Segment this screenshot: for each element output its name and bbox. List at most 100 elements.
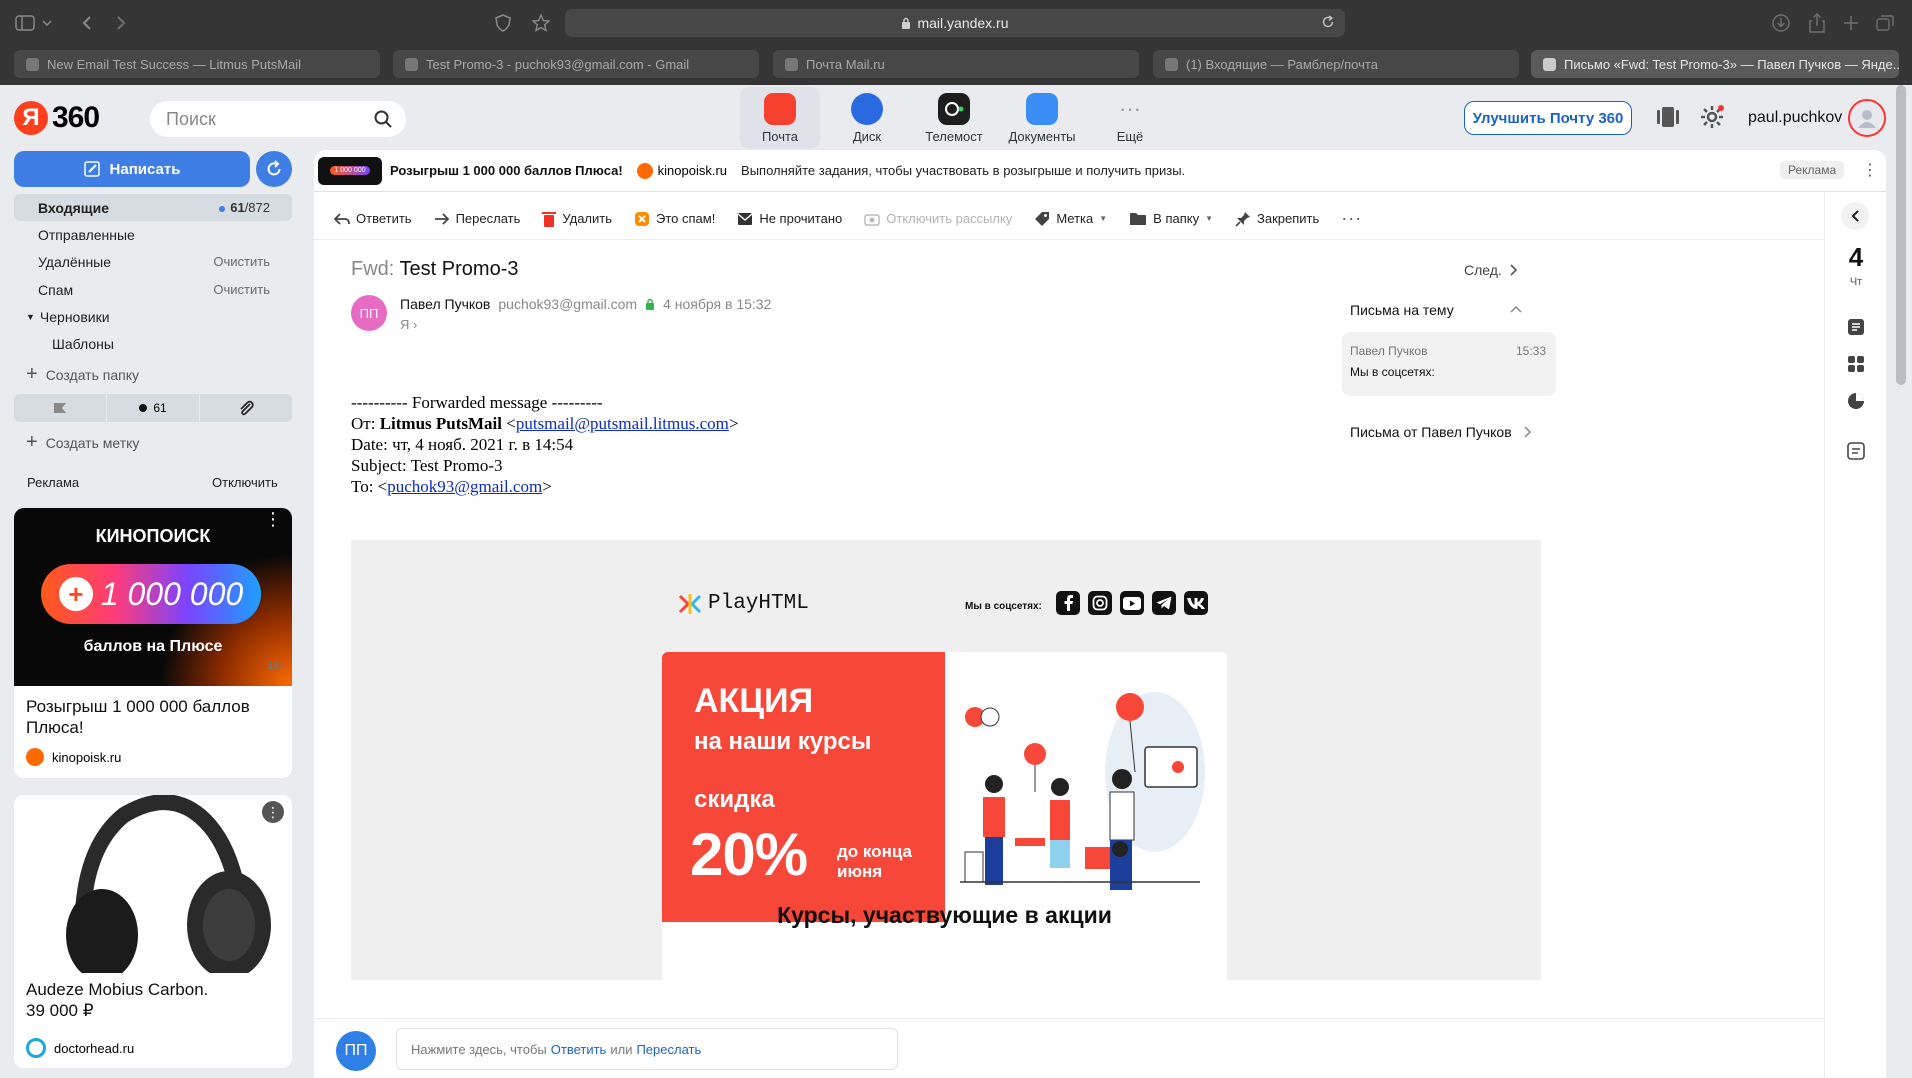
share-icon[interactable]	[1804, 12, 1830, 34]
clear-spam-link[interactable]: Очистить	[213, 282, 270, 297]
ads-disable-link[interactable]: Отключить	[212, 475, 278, 490]
phone-icon[interactable]	[1656, 105, 1680, 129]
chevron-down-icon[interactable]	[40, 12, 54, 34]
tasks-icon[interactable]	[1841, 436, 1871, 466]
refresh-button[interactable]	[256, 151, 292, 187]
kinopoisk-icon	[26, 748, 44, 766]
address-bar[interactable]: mail.yandex.ru	[565, 9, 1345, 37]
sidebar-toggle-icon[interactable]	[12, 12, 38, 34]
quick-reply-input[interactable]: Нажмите здесь, чтобы Ответить или Пересл…	[396, 1028, 898, 1070]
sender-name[interactable]: Павел Пучков	[400, 296, 490, 312]
compose-button[interactable]: Написать	[14, 151, 250, 187]
from-email-link[interactable]: putsmail@putsmail.litmus.com	[516, 414, 729, 433]
fwd-to: To: <puchok93@gmail.com>	[351, 477, 552, 496]
sidebar-ad-doctorhead[interactable]: ⋮ Audeze Mobius Carbon. 39 000 ₽ doctorh…	[14, 795, 292, 1068]
browser-tab-4[interactable]: (1) Входящие — Рамблер/почта	[1153, 50, 1519, 78]
mark-unread-button[interactable]: Не прочитано	[737, 211, 842, 226]
folder-spam[interactable]: Спам Очистить	[14, 276, 292, 303]
service-disk[interactable]: Диск	[827, 87, 907, 149]
download-icon[interactable]	[1768, 12, 1794, 34]
facebook-icon[interactable]	[1056, 591, 1080, 615]
flag-filter[interactable]	[14, 394, 107, 422]
shield-icon[interactable]	[490, 12, 516, 34]
avatar[interactable]	[1848, 99, 1886, 137]
thread-item[interactable]: Павел Пучков 15:33 Мы в соцсетях:	[1342, 332, 1556, 396]
folder-drafts[interactable]: ▼ Черновики	[14, 303, 292, 330]
create-label-link[interactable]: + Создать метку	[14, 429, 292, 456]
ad-menu-icon[interactable]: ⋮	[264, 510, 282, 528]
notes-icon[interactable]	[1841, 312, 1871, 342]
playhtml-logo[interactable]: PlayHTML	[678, 592, 809, 615]
back-icon[interactable]	[74, 12, 100, 34]
page-scrollbar[interactable]	[1896, 85, 1906, 385]
promo-card: АКЦИЯ на наши курсы скидка 20% до конца …	[662, 652, 1227, 982]
unsubscribe-button[interactable]: Отключить рассылку	[864, 211, 1012, 226]
letters-from-sender-link[interactable]: Письма от Павел Пучков	[1350, 424, 1532, 440]
top-ad-bar[interactable]: 1 000 000 Розыгрыш 1 000 000 баллов Плюс…	[314, 150, 1886, 192]
browser-tab-3[interactable]: Почта Mail.ru	[773, 50, 1139, 78]
calendar-day[interactable]: 4	[1825, 242, 1886, 273]
service-telemost[interactable]: Телемост	[914, 87, 994, 149]
sidebar-ad-kinopoisk[interactable]: КИНОПОИСК + 1 000 000 баллов на Плюсе 18…	[14, 508, 292, 778]
service-mail[interactable]: Почта	[740, 87, 820, 149]
quick-forward-link[interactable]: Переслать	[636, 1042, 701, 1057]
bookmark-star-icon[interactable]	[528, 12, 554, 34]
youtube-icon[interactable]	[1120, 591, 1144, 615]
forward-arrow-icon	[434, 212, 450, 225]
to-email-link[interactable]: puchok93@gmail.com	[387, 477, 542, 496]
ad-menu-icon[interactable]: ⋮	[262, 801, 284, 823]
pie-widget-icon[interactable]	[1841, 386, 1871, 416]
service-more[interactable]: ··· Ещё	[1090, 87, 1170, 149]
new-tab-icon[interactable]	[1838, 12, 1864, 34]
delete-button[interactable]: Удалить	[542, 211, 612, 227]
quick-reply-link[interactable]: Ответить	[551, 1042, 607, 1057]
instagram-icon[interactable]	[1088, 591, 1112, 615]
more-actions-icon[interactable]: ···	[1341, 208, 1362, 229]
chevron-up-icon[interactable]	[1510, 305, 1522, 313]
caret-down-icon[interactable]: ▼	[26, 312, 35, 322]
pin-button[interactable]: Закрепить	[1235, 211, 1319, 227]
create-folder-link[interactable]: + Создать папку	[14, 361, 292, 388]
reply-button[interactable]: Ответить	[334, 211, 412, 226]
unread-filter[interactable]: 61	[107, 394, 200, 422]
social-icons	[1056, 591, 1208, 615]
folder-templates[interactable]: Шаблоны	[14, 330, 292, 357]
telegram-icon[interactable]	[1152, 591, 1176, 615]
next-message-link[interactable]: След.	[1464, 262, 1518, 278]
reload-icon[interactable]	[1321, 15, 1335, 29]
search-icon[interactable]	[374, 110, 392, 128]
until-label: до конца	[837, 842, 912, 861]
forward-button[interactable]: Переслать	[434, 211, 520, 226]
vk-icon[interactable]	[1184, 591, 1208, 615]
apps-grid-icon[interactable]	[1841, 349, 1871, 379]
forward-icon[interactable]	[108, 12, 134, 34]
recipient-line[interactable]: Я ›	[400, 317, 417, 332]
collapse-rail-button[interactable]	[1841, 202, 1869, 230]
service-documents[interactable]: Документы	[1002, 87, 1082, 149]
message-subject: Fwd: Test Promo-3	[351, 258, 519, 280]
settings-gear-icon[interactable]	[1700, 105, 1724, 129]
username[interactable]: paul.puchkov	[1748, 109, 1842, 127]
attachment-filter[interactable]	[200, 394, 292, 422]
label-dropdown[interactable]: Метка ▼	[1034, 211, 1107, 227]
sender-email[interactable]: puchok93@gmail.com	[498, 296, 637, 312]
move-to-folder-dropdown[interactable]: В папку ▼	[1129, 211, 1213, 226]
ad-menu-icon[interactable]: ⋮	[1862, 160, 1878, 180]
favicon-icon	[1165, 57, 1178, 71]
sender-avatar[interactable]: ПП	[351, 295, 387, 331]
clear-deleted-link[interactable]: Очистить	[213, 254, 270, 269]
browser-tab-2[interactable]: Test Promo-3 - puchok93@gmail.com - Gmai…	[393, 50, 759, 78]
browser-tab-5[interactable]: Письмо «Fwd: Test Promo-3» — Павел Пучко…	[1531, 50, 1899, 78]
folder-inbox[interactable]: Входящие 61/872	[14, 194, 292, 221]
folder-sent[interactable]: Отправленные	[14, 221, 292, 248]
browser-tab-1[interactable]: New Email Test Success — Litmus PutsMail	[14, 50, 380, 78]
my-avatar[interactable]: ПП	[336, 1031, 376, 1071]
flag-icon	[54, 403, 66, 413]
paperclip-icon	[240, 400, 254, 416]
search-input[interactable]: Поиск	[150, 101, 406, 137]
upgrade-button[interactable]: Улучшить Почту 360	[1464, 101, 1632, 135]
folder-deleted[interactable]: Удалённые Очистить	[14, 248, 292, 275]
tab-overview-icon[interactable]	[1872, 12, 1898, 34]
yandex-360-logo[interactable]: Я 360	[14, 101, 100, 135]
spam-button[interactable]: Это спам!	[634, 211, 715, 227]
